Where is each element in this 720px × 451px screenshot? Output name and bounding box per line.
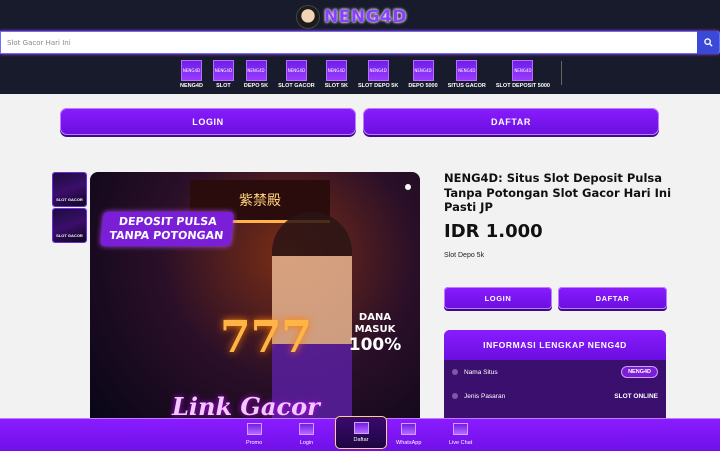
hero-badge-pct: 100% — [348, 335, 402, 355]
whatsapp-icon — [401, 423, 417, 435]
product-subtitle: Slot Depo 5k — [444, 252, 485, 259]
nav-label: NENG4D — [180, 83, 203, 89]
thumb-caption: SLOT GACOR — [56, 233, 83, 238]
hero-headline: DEPOSIT PULSA TANPA POTONGAN — [100, 212, 234, 246]
info-value: SLOT ONLINE — [614, 392, 658, 400]
mascot-icon — [296, 5, 320, 29]
nav-item-slot-deposit-5000[interactable]: NENG4D SLOT DEPOSIT 5000 — [496, 60, 550, 90]
bottom-nav-live-chat[interactable]: Live Chat — [449, 423, 472, 446]
nav-item-slot[interactable]: NENG4D SLOT — [212, 60, 234, 90]
login-button[interactable]: LOGIN — [60, 108, 356, 135]
carousel-dot[interactable] — [405, 184, 411, 190]
bullet-icon — [452, 393, 458, 399]
product-title: NENG4D: Situs Slot Deposit Pulsa Tanpa P… — [444, 171, 672, 214]
hero-badge: DANA MASUK 100% — [345, 312, 405, 354]
bottom-nav-label: Promo — [246, 440, 263, 446]
bottom-nav-login[interactable]: Login — [299, 423, 314, 446]
hero-tagline: Link Gacor — [172, 392, 320, 421]
gallery-thumb[interactable]: SLOT GACOR — [52, 172, 87, 207]
bullet-icon — [452, 369, 458, 375]
brand-logo[interactable]: NENG4D — [296, 5, 407, 29]
thumb-image: SLOT GACOR — [53, 173, 86, 206]
nav-item-slot-depo-5k[interactable]: NENG4D SLOT DEPO 5K — [358, 60, 398, 90]
nav-label: SLOT DEPOSIT 5000 — [495, 83, 550, 89]
thumb-image: SLOT GACOR — [53, 209, 86, 242]
neng4d-icon: NENG4D — [325, 60, 347, 81]
product-price: IDR 1.000 — [444, 221, 543, 242]
thumb-caption: SLOT GACOR — [56, 197, 83, 202]
nav-item-slot-5k[interactable]: NENG4D SLOT 5K — [325, 60, 348, 90]
info-label: Nama Situs — [464, 368, 498, 376]
nav-label: DEPO 5000 — [408, 83, 438, 89]
nav-item-depo-5000[interactable]: NENG4D DEPO 5000 — [408, 60, 438, 90]
nav-item-neng4d[interactable]: NENG4D NENG4D — [180, 60, 203, 90]
nav-divider — [561, 61, 562, 85]
gallery-thumb[interactable]: SLOT GACOR — [52, 208, 87, 243]
info-label: Jenis Pasaran — [464, 392, 506, 400]
neng4d-icon: NENG4D — [412, 60, 434, 81]
product-login-button[interactable]: LOGIN — [444, 287, 552, 309]
nav-item-depo-5k[interactable]: NENG4D DEPO 5K — [244, 60, 268, 90]
bottom-nav-promo[interactable]: Promo — [246, 423, 262, 446]
neng4d-icon: NENG4D — [367, 60, 389, 81]
bottom-nav-label: Login — [299, 440, 314, 446]
hero-badge-top: DANA MASUK — [354, 312, 396, 335]
daftar-icon — [353, 422, 369, 434]
hero-sevens: 777 — [220, 312, 312, 363]
nav-item-slot-gacor[interactable]: NENG4D SLOT GACOR — [278, 60, 315, 90]
neng4d-icon: NENG4D — [285, 60, 307, 81]
search-input[interactable] — [1, 32, 709, 53]
temple-sign: 紫禁殿 — [239, 193, 281, 209]
info-row: Nama Situs NENG4D — [444, 360, 666, 384]
info-heading: INFORMASI LENGKAP NENG4D — [444, 330, 666, 360]
category-nav: NENG4D NENG4D NENG4D SLOT NENG4D DEPO 5K… — [180, 60, 560, 90]
info-row: Jenis Pasaran SLOT ONLINE — [444, 384, 666, 408]
promo-icon — [246, 423, 262, 435]
neng4d-icon: NENG4D — [245, 60, 267, 81]
search-icon — [703, 38, 713, 47]
nav-label: SITUS GACOR — [447, 83, 486, 89]
bottom-nav-label: Daftar — [353, 437, 369, 443]
hero-banner[interactable]: 紫禁殿 DEPOSIT PULSA TANPA POTONGAN 777 DAN… — [90, 172, 420, 450]
daftar-button[interactable]: DAFTAR — [363, 108, 659, 135]
info-value-pill: NENG4D — [621, 366, 658, 378]
nav-label: DEPO 5K — [243, 83, 269, 89]
neng4d-icon: NENG4D — [212, 60, 234, 81]
nav-item-situs-gacor[interactable]: NENG4D SITUS GACOR — [448, 60, 486, 90]
bottom-nav-whatsapp[interactable]: WhatsApp — [396, 423, 421, 446]
nav-label: SLOT — [216, 83, 231, 89]
neng4d-icon: NENG4D — [456, 60, 478, 81]
neng4d-icon: NENG4D — [180, 60, 202, 81]
bottom-nav-daftar[interactable]: Daftar — [335, 416, 387, 449]
neng4d-icon: NENG4D — [512, 60, 534, 81]
bottom-nav-label: Live Chat — [449, 440, 473, 446]
search-button[interactable] — [697, 31, 719, 54]
product-daftar-button[interactable]: DAFTAR — [558, 287, 667, 309]
nav-label: SLOT DEPO 5K — [357, 83, 399, 89]
site-header: NENG4D NENG4D NENG4D NENG4D SLOT NENG4D … — [0, 0, 720, 94]
logo-text: NENG4D — [324, 7, 407, 27]
login-icon — [299, 423, 314, 435]
live-chat-icon — [453, 423, 469, 435]
nav-label: SLOT GACOR — [278, 83, 315, 89]
nav-label: SLOT 5K — [324, 83, 348, 89]
bottom-nav-label: WhatsApp — [396, 440, 422, 446]
search-bar — [0, 31, 720, 54]
